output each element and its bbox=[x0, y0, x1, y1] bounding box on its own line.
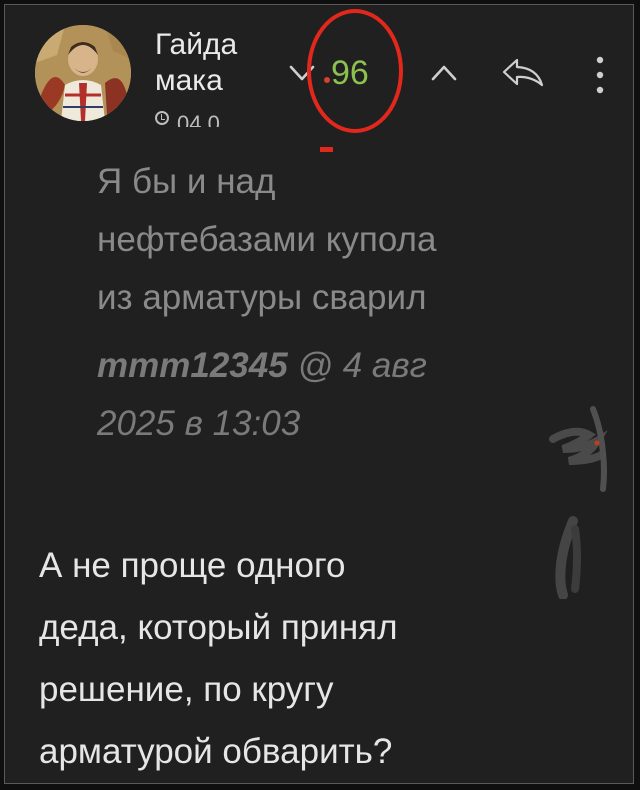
username[interactable]: Гайда мака bbox=[155, 27, 285, 99]
username-line-2[interactable]: мака bbox=[155, 63, 285, 99]
chevron-up-icon[interactable] bbox=[431, 63, 457, 83]
username-line-1[interactable]: Гайда bbox=[155, 27, 285, 63]
quote-attribution: mmm12345 @ 4 авг 2025 в 13:03 bbox=[97, 337, 557, 453]
quoted-comment-text: Я бы и над нефтебазами купола из арматур… bbox=[97, 153, 597, 327]
red-circle-annotation bbox=[307, 9, 403, 133]
reply-icon[interactable] bbox=[501, 57, 545, 89]
red-dash-annotation bbox=[320, 147, 333, 152]
body-line: А не проще одного bbox=[39, 546, 346, 585]
quote-date-line-2: 2025 в 13:03 bbox=[97, 404, 301, 443]
quote-author-link[interactable]: mmm12345 bbox=[97, 346, 288, 385]
comment-card: Гайда мака 04.0 96 Я бы и над нефтебазам… bbox=[4, 4, 634, 784]
body-line: решение, по кругу bbox=[39, 670, 334, 709]
avatar[interactable] bbox=[35, 25, 131, 121]
clock-icon bbox=[155, 111, 169, 125]
quote-line: Я бы и над bbox=[97, 162, 276, 201]
body-line: арматурой обварить? bbox=[39, 732, 393, 771]
more-vertical-icon[interactable] bbox=[595, 55, 605, 95]
hand-drawn-scribble bbox=[549, 406, 608, 492]
timestamp: 04.0 bbox=[155, 109, 220, 127]
quote-line: нефтебазами купола bbox=[97, 220, 437, 259]
quote-date: @ 4 авг bbox=[297, 346, 427, 385]
quote-line: из арматуры сварил bbox=[97, 278, 427, 317]
comment-body-text: А не проще одного деда, который принял р… bbox=[39, 535, 599, 783]
timestamp-text: 04.0 bbox=[177, 111, 220, 128]
body-line: деда, который принял bbox=[39, 608, 398, 647]
